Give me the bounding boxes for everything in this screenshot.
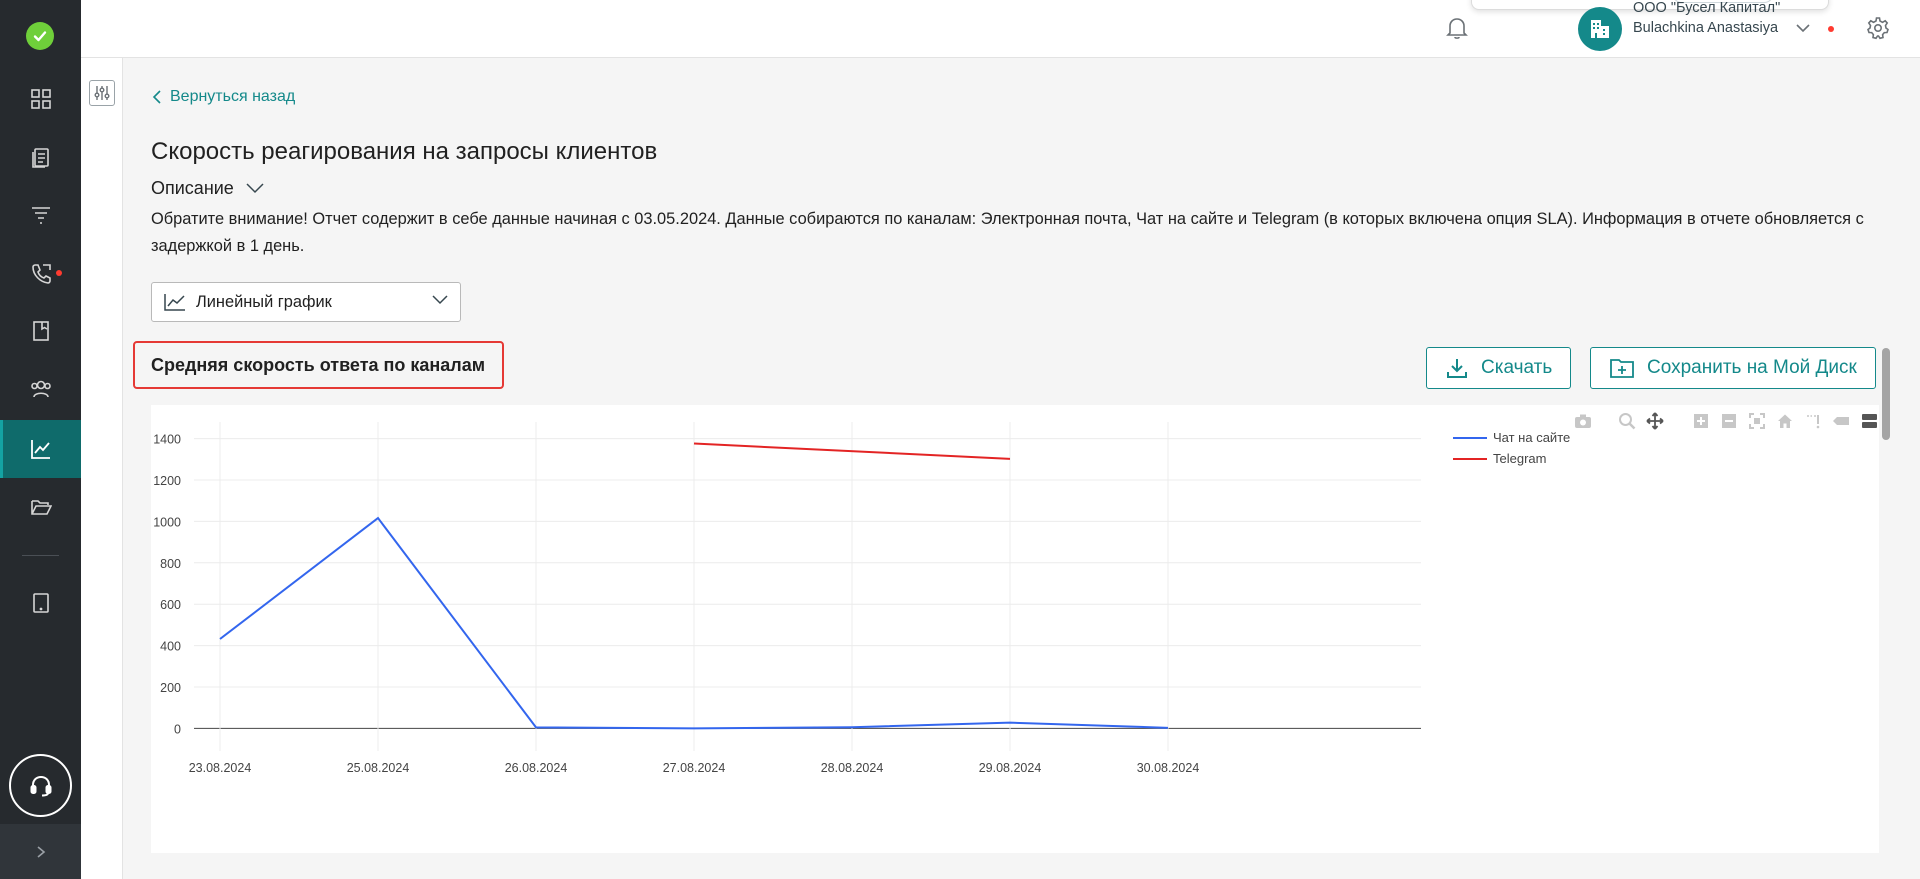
download-label: Скачать: [1481, 357, 1553, 378]
headset-icon: [30, 775, 51, 796]
sidebar-item-calls[interactable]: [0, 244, 81, 302]
sidebar: [0, 0, 81, 879]
user-name: Bulachkina Anastasiya: [1633, 20, 1779, 36]
line-chart-icon: [164, 293, 186, 311]
y-tick-label: 1200: [153, 474, 181, 488]
account-dropdown-button[interactable]: [1789, 14, 1817, 42]
sliders-icon: [94, 86, 110, 100]
check-icon: [33, 31, 47, 42]
x-tick-label: 29.08.2024: [979, 761, 1042, 775]
sidebar-item-dashboard[interactable]: [0, 70, 81, 128]
zoom-in-icon[interactable]: [1691, 411, 1711, 431]
page-title: Скорость реагирования на запросы клиенто…: [151, 138, 658, 165]
y-tick-label: 200: [160, 681, 181, 695]
y-tick-label: 1000: [153, 515, 181, 529]
y-tick-label: 1400: [153, 433, 181, 447]
chart-plot: 0 200 400 600 800 1000 1200 1400 23.08.2024 25.08…: [153, 422, 1570, 775]
save-to-disk-button[interactable]: Сохранить на Мой Диск: [1590, 347, 1876, 389]
y-tick-label: 800: [160, 557, 181, 571]
x-tick-label: 27.08.2024: [663, 761, 726, 775]
back-link-label: Вернуться назад: [170, 88, 296, 105]
home-icon[interactable]: [1775, 411, 1795, 431]
folder-icon: [30, 500, 52, 515]
sidebar-item-knowledge[interactable]: [0, 302, 81, 360]
funnel-icon: [31, 207, 50, 224]
notification-dot: [1828, 26, 1834, 32]
book-icon: [32, 321, 49, 341]
description-toggle[interactable]: Описание: [151, 178, 264, 199]
x-tick-label: 26.08.2024: [505, 761, 568, 775]
documents-icon: [31, 148, 49, 168]
top-header: ООО "Бусел Капитал" Bulachkina Anastasiy…: [81, 0, 1920, 58]
y-tick-label: 0: [174, 722, 181, 736]
zoom-icon[interactable]: [1617, 411, 1637, 431]
save-to-disk-label: Сохранить на Мой Диск: [1647, 357, 1857, 378]
tablet-icon: [32, 593, 49, 613]
building-icon: [1591, 20, 1609, 38]
bottom-spacer: [123, 853, 1920, 879]
gear-icon: [1867, 17, 1889, 40]
support-button[interactable]: [9, 754, 72, 817]
filters-toggle-button[interactable]: [89, 80, 115, 106]
bell-icon: [1446, 18, 1468, 39]
account-info[interactable]: ООО "Бусел Капитал" Bulachkina Anastasiy…: [1633, 0, 1780, 38]
spike-lines-icon[interactable]: [1803, 411, 1823, 431]
phone-icon: [31, 264, 51, 284]
chart-type-value: Линейный график: [196, 292, 332, 311]
sidebar-item-funnel[interactable]: [0, 186, 81, 244]
company-avatar[interactable]: [1578, 7, 1622, 51]
analytics-chart-icon: [30, 440, 50, 459]
hover-closest-icon[interactable]: [1831, 411, 1851, 431]
chart-modebar: [1573, 411, 1879, 431]
settings-button[interactable]: [1864, 14, 1892, 42]
download-button[interactable]: Скачать: [1426, 347, 1572, 389]
chevron-down-icon: [246, 183, 264, 194]
sidebar-expand-button[interactable]: [0, 824, 81, 879]
dashboard-grid-icon: [30, 89, 51, 109]
x-tick-label: 28.08.2024: [821, 761, 884, 775]
y-tick-label: 400: [160, 640, 181, 654]
sidebar-item-files[interactable]: [0, 478, 81, 536]
folder-add-icon: [1610, 359, 1634, 378]
chart-heading: Средняя скорость ответа по каналам: [133, 341, 504, 389]
x-tick-label: 23.08.2024: [189, 761, 252, 775]
chevron-left-icon: [152, 90, 161, 104]
legend-label: Чат на сайте: [1493, 430, 1570, 445]
zoom-out-icon[interactable]: [1719, 411, 1739, 431]
sidebar-item-documents[interactable]: [0, 128, 81, 186]
back-link[interactable]: Вернуться назад: [152, 88, 295, 106]
users-icon: [30, 380, 51, 398]
sidebar-divider: [22, 555, 59, 556]
x-tick-label: 25.08.2024: [347, 761, 410, 775]
notification-dot: [56, 270, 62, 276]
company-name: ООО "Бусел Капитал": [1633, 0, 1781, 16]
description-toggle-label: Описание: [151, 178, 234, 198]
x-tick-label: 30.08.2024: [1137, 761, 1200, 775]
app-logo[interactable]: [26, 22, 54, 50]
chart-type-select[interactable]: Линейный график: [151, 282, 461, 322]
description-text: Обратите внимание! Отчет содержит в себе…: [151, 210, 1864, 255]
pan-icon[interactable]: [1645, 411, 1665, 431]
page-scrollbar[interactable]: [1882, 348, 1890, 440]
chevron-down-icon: [432, 295, 448, 305]
camera-icon[interactable]: [1573, 411, 1593, 431]
notifications-button[interactable]: [1443, 14, 1471, 42]
line-chart: 0 200 400 600 800 1000 1200 1400 23.08.2024 25.08…: [151, 405, 1879, 853]
y-tick-label: 600: [160, 598, 181, 612]
filter-panel: [81, 58, 123, 879]
autoscale-icon[interactable]: [1747, 411, 1767, 431]
chevron-down-icon: [1796, 24, 1810, 33]
sidebar-item-device[interactable]: [0, 574, 81, 632]
download-icon: [1447, 359, 1467, 378]
chevron-right-icon: [36, 845, 45, 858]
sidebar-item-analytics[interactable]: [0, 420, 81, 478]
legend-label: Telegram: [1493, 451, 1546, 466]
sidebar-item-clients[interactable]: [0, 360, 81, 418]
hover-compare-icon[interactable]: [1859, 411, 1879, 431]
